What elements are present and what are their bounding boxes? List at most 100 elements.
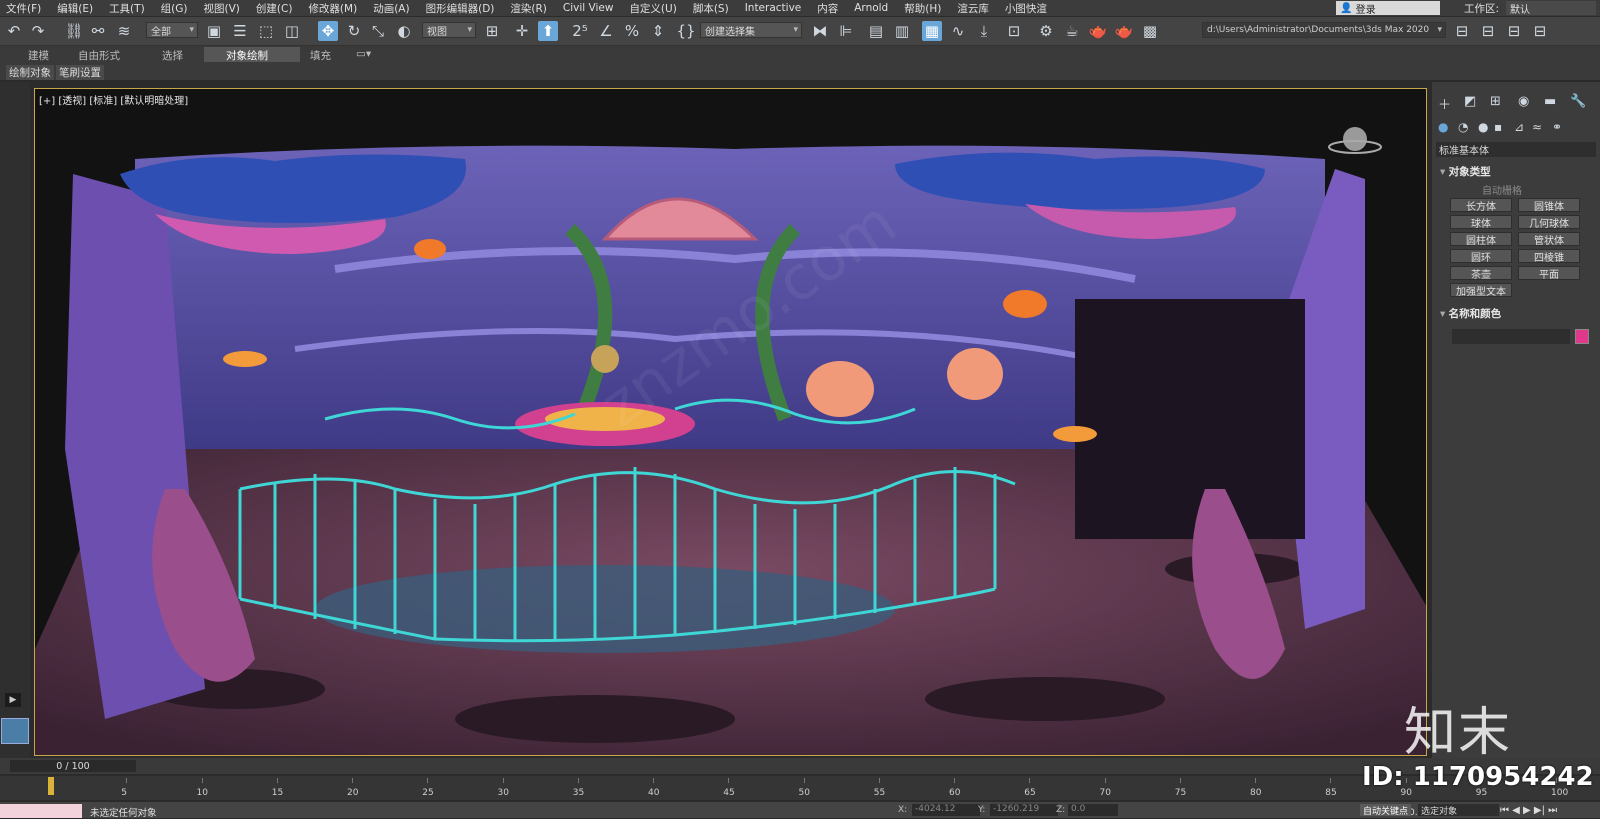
perspective-viewport[interactable]: znzmo.com	[34, 88, 1427, 756]
toggle-ribbon-icon[interactable]: ▦	[922, 21, 942, 41]
tab-modeling[interactable]: 建模	[28, 48, 49, 63]
project-folder-icon[interactable]: ⊟	[1452, 21, 1472, 41]
schematic-view-icon[interactable]: ⊡	[1004, 21, 1024, 41]
rotate-icon[interactable]: ↻	[344, 21, 364, 41]
menu-item[interactable]: 编辑(E)	[51, 1, 103, 16]
current-frame-marker[interactable]	[48, 777, 54, 795]
plane-button[interactable]: 平面	[1518, 266, 1580, 281]
select-by-name-icon[interactable]: ☰	[230, 21, 250, 41]
space-warps-icon[interactable]: ≈	[1532, 120, 1542, 134]
login-button[interactable]: 👤 登录	[1336, 1, 1440, 16]
menu-item[interactable]: 渲染(R)	[504, 1, 557, 16]
dope-sheet-icon[interactable]: ⤓	[974, 21, 994, 41]
utilities-tab-icon[interactable]: 🔧	[1570, 94, 1586, 109]
select-manipulate-icon[interactable]: ✛	[512, 21, 532, 41]
workspace-select[interactable]: 默认	[1506, 1, 1596, 16]
menu-item[interactable]: 文件(F)	[0, 1, 51, 16]
project-create-icon[interactable]: ⊟	[1504, 21, 1524, 41]
cylinder-button[interactable]: 圆柱体	[1450, 232, 1512, 247]
menu-item[interactable]: 图形编辑器(D)	[420, 1, 505, 16]
window-crossing-icon[interactable]: ◫	[282, 21, 302, 41]
category-dropdown[interactable]: 标准基本体	[1436, 142, 1596, 157]
undo-icon[interactable]: ↶	[4, 21, 24, 41]
menu-item[interactable]: 渲云库	[951, 1, 999, 16]
object-color-swatch[interactable]	[1575, 329, 1589, 344]
selection-filter-dropdown[interactable]: 全部	[146, 22, 198, 38]
maxscript-listener[interactable]	[0, 804, 82, 818]
cone-button[interactable]: 圆锥体	[1518, 198, 1580, 213]
snap-icon[interactable]: 2⁵	[570, 21, 590, 41]
tab-object-paint[interactable]: 对象绘制	[226, 48, 268, 63]
teapot-button[interactable]: 茶壶	[1450, 266, 1512, 281]
y-coord-field[interactable]: -1260.219	[990, 804, 1058, 816]
menu-item[interactable]: 视图(V)	[198, 1, 250, 16]
layer-icon[interactable]: ▤	[866, 21, 886, 41]
time-slider[interactable]: 0 / 100	[10, 760, 136, 772]
brush-settings-button[interactable]: 笔刷设置	[56, 65, 104, 80]
helpers-icon[interactable]: ⊿	[1514, 120, 1524, 134]
menu-item[interactable]: 修改器(M)	[302, 1, 367, 16]
render-setup-icon[interactable]: ☕	[1062, 21, 1082, 41]
unlink-icon[interactable]: ⚯	[88, 21, 108, 41]
torus-button[interactable]: 圆环	[1450, 249, 1512, 264]
viewport-label[interactable]: [+] [透视] [标准] [默认明暗处理]	[39, 92, 188, 107]
tab-selection[interactable]: 选择	[162, 48, 183, 63]
scene-explorer-icon[interactable]: ▥	[892, 21, 912, 41]
render-frame-icon[interactable]: 🫖	[1088, 21, 1108, 41]
play-icon[interactable]: ▶	[5, 693, 21, 707]
menu-item[interactable]: Civil View	[557, 2, 624, 14]
percent-snap-icon[interactable]: %	[622, 21, 642, 41]
menu-item[interactable]: Interactive	[739, 2, 812, 14]
named-selection-set-dropdown[interactable]: 创建选择集	[700, 22, 802, 38]
scale-icon[interactable]: ⤡	[368, 21, 388, 41]
textplus-button[interactable]: 加强型文本	[1450, 283, 1512, 298]
menu-item[interactable]: Arnold	[848, 2, 898, 14]
box-button[interactable]: 长方体	[1450, 198, 1512, 213]
select-icon[interactable]: ▣	[204, 21, 224, 41]
name-color-rollout[interactable]: 名称和颜色	[1440, 306, 1502, 321]
display-tab-icon[interactable]: ▬	[1544, 94, 1556, 109]
motion-tab-icon[interactable]: ◉	[1518, 94, 1529, 109]
mirror-icon[interactable]: ⧓	[810, 21, 830, 41]
curve-editor-icon[interactable]: ∿	[948, 21, 968, 41]
ribbon-options-icon[interactable]: ▭▾	[356, 48, 371, 60]
project-open-icon[interactable]: ⊟	[1478, 21, 1498, 41]
object-type-rollout[interactable]: 对象类型	[1440, 164, 1491, 179]
menu-item[interactable]: 自定义(U)	[623, 1, 686, 16]
menu-item[interactable]: 工具(T)	[103, 1, 155, 16]
pyramid-button[interactable]: 四棱锥	[1518, 249, 1580, 264]
menu-item[interactable]: 动画(A)	[367, 1, 419, 16]
place-icon[interactable]: ◐	[394, 21, 414, 41]
grid-icon[interactable]: ▩	[1140, 21, 1160, 41]
object-name-field[interactable]	[1452, 329, 1570, 344]
shapes-icon[interactable]: ◔	[1458, 120, 1468, 134]
hierarchy-tab-icon[interactable]: ⊞	[1490, 94, 1501, 109]
key-filter-dropdown[interactable]: 选定对象	[1418, 804, 1499, 817]
redo-icon[interactable]: ↷	[28, 21, 48, 41]
menu-item[interactable]: 帮助(H)	[898, 1, 951, 16]
geosphere-button[interactable]: 几何球体	[1518, 215, 1580, 230]
playback-controls[interactable]: ⏮ ◀ ▶ ▶| ⏭	[1500, 805, 1557, 816]
menu-item[interactable]: 小图快渲	[999, 1, 1057, 16]
edit-named-selection-icon[interactable]: {}	[676, 21, 696, 41]
tab-freeform[interactable]: 自由形式	[78, 48, 120, 63]
material-editor-icon[interactable]: ⚙	[1036, 21, 1056, 41]
modify-tab-icon[interactable]: ◩	[1464, 94, 1476, 109]
viewport-layout-thumbnail[interactable]	[1, 718, 29, 744]
reference-coord-dropdown[interactable]: 视图	[422, 22, 476, 38]
x-coord-field[interactable]: -4024.12	[912, 804, 980, 816]
sphere-button[interactable]: 球体	[1450, 215, 1512, 230]
rect-region-icon[interactable]: ⬚	[256, 21, 276, 41]
render-icon[interactable]: 🫖	[1114, 21, 1134, 41]
tab-populate[interactable]: 填充	[310, 48, 331, 63]
link-icon[interactable]: ⛓	[64, 21, 84, 41]
paint-objects-button[interactable]: 绘制对象	[6, 65, 54, 80]
align-icon[interactable]: ⊫	[836, 21, 856, 41]
project-path-field[interactable]: d:\Users\Administrator\Documents\3ds Max…	[1202, 22, 1446, 38]
create-tab-icon[interactable]: ＋	[1438, 94, 1451, 113]
auto-key-button[interactable]: 自动关键点	[1360, 804, 1412, 817]
tube-button[interactable]: 管状体	[1518, 232, 1580, 247]
z-coord-field[interactable]: 0.0	[1068, 804, 1118, 816]
menu-item[interactable]: 创建(C)	[250, 1, 303, 16]
pivot-icon[interactable]: ⊞	[482, 21, 502, 41]
